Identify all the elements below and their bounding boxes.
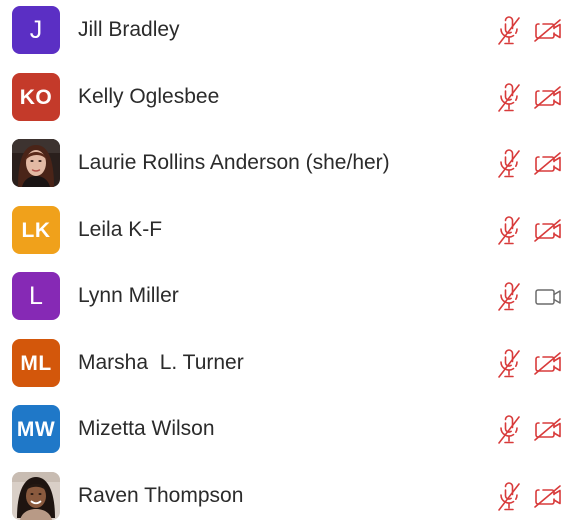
participant-row-laurie-rollins-anderson[interactable]: Laurie Rollins Anderson (she/her) [0, 135, 575, 195]
participant-name: Lynn Miller [78, 284, 179, 307]
avatar: J [12, 6, 60, 54]
participant-row-lynn-miller[interactable]: L Lynn Miller [0, 268, 575, 328]
mic-muted-icon[interactable] [496, 415, 522, 445]
camera-off-icon[interactable] [533, 19, 563, 43]
participant-name: Mizetta Wilson [78, 417, 215, 440]
participant-row-raven-thompson[interactable]: Raven Thompson [0, 468, 575, 528]
participant-name: Kelly Oglesbee [78, 85, 220, 108]
camera-off-icon[interactable] [533, 86, 563, 110]
mic-muted-icon[interactable] [496, 282, 522, 312]
camera-off-icon[interactable] [533, 485, 563, 509]
participant-row-mizetta-wilson[interactable]: MW Mizetta Wilson [0, 401, 575, 461]
mic-muted-icon[interactable] [496, 16, 522, 46]
avatar-photo [12, 472, 60, 520]
avatar-initials: KO [19, 85, 53, 109]
avatar-initials: LK [21, 218, 51, 242]
participant-row-kelly-oglesbee[interactable]: KO Kelly Oglesbee [0, 69, 575, 129]
avatar-initials: MW [16, 417, 56, 441]
mic-muted-icon[interactable] [496, 349, 522, 379]
avatar-initials: L [29, 281, 43, 310]
participant-row-marsha-l-turner[interactable]: ML Marsha L. Turner [0, 335, 575, 395]
participant-name: Leila K-F [78, 218, 163, 241]
participant-row-jill-bradley[interactable]: J Jill Bradley [0, 2, 575, 62]
mic-muted-icon[interactable] [496, 216, 522, 246]
mic-muted-icon[interactable] [496, 482, 522, 512]
camera-on-icon[interactable] [533, 285, 563, 309]
participant-name: Jill Bradley [78, 18, 180, 41]
participant-row-leila-k-f[interactable]: LK Leila K-F [0, 202, 575, 262]
avatar-photo [12, 139, 60, 187]
avatar: LK [12, 206, 60, 254]
camera-off-icon[interactable] [533, 219, 563, 243]
mic-muted-icon[interactable] [496, 149, 522, 179]
participant-name: Laurie Rollins Anderson (she/her) [78, 151, 390, 174]
camera-off-icon[interactable] [533, 418, 563, 442]
participant-name: Raven Thompson [78, 484, 244, 507]
avatar: ML [12, 339, 60, 387]
participant-name: Marsha L. Turner [78, 351, 244, 374]
avatar: L [12, 272, 60, 320]
avatar: MW [12, 405, 60, 453]
participant-list: J Jill Bradley KO Kelly Oglesbee Laurie … [0, 0, 575, 520]
mic-muted-icon[interactable] [496, 83, 522, 113]
camera-off-icon[interactable] [533, 152, 563, 176]
avatar-initials: ML [20, 351, 52, 375]
avatar: KO [12, 73, 60, 121]
camera-off-icon[interactable] [533, 352, 563, 376]
avatar-initials: J [29, 15, 43, 44]
